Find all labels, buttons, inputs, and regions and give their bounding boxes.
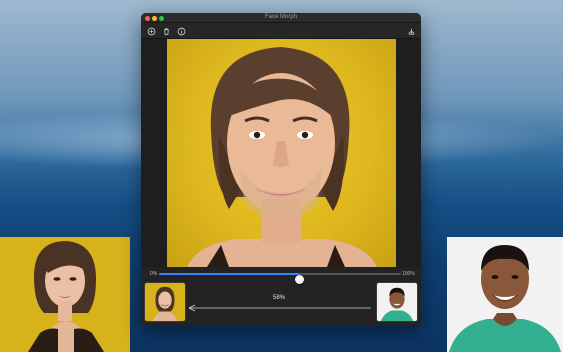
left-arrow-icon [188,304,371,312]
source-face-photo [0,237,130,352]
info-icon [177,27,185,35]
morph-direction: 58% [185,287,373,317]
add-circle-icon [147,27,155,35]
slider-knob[interactable] [294,275,304,284]
add-button[interactable] [146,26,156,36]
morphed-face-image [187,47,377,267]
target-face-thumbnail[interactable] [376,282,418,322]
export-icon [408,28,414,35]
morph-percentage: 58% [272,295,285,301]
info-button[interactable] [176,26,186,36]
face-morph-window: Face Morph 0% 100% 58% [141,13,421,326]
slider-fill [159,273,300,275]
window-title: Face Morph [264,14,297,20]
morph-result-canvas [167,39,396,267]
slider-max-label: 100% [402,271,415,277]
delete-button[interactable] [161,26,171,36]
morph-slider[interactable] [159,273,401,284]
export-button[interactable] [406,26,416,36]
title-bar: Face Morph [141,13,421,23]
target-face-photo [447,237,563,352]
trash-icon [163,27,169,35]
morph-controls: 0% 100% 58% [141,267,421,326]
toolbar [141,23,421,39]
source-face-thumbnail[interactable] [144,282,186,322]
slider-min-label: 0% [150,271,158,277]
